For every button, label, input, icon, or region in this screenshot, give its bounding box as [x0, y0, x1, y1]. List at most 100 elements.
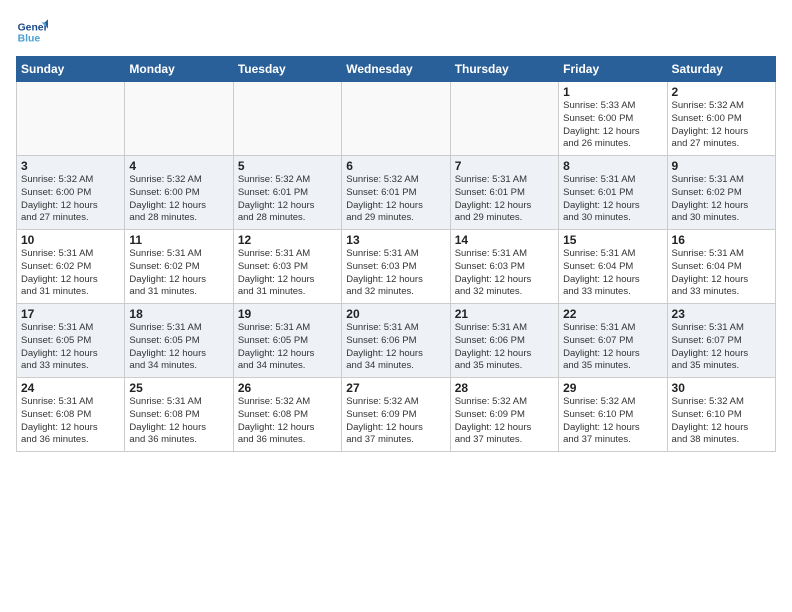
- day-of-week-header: Wednesday: [342, 57, 450, 82]
- day-number: 23: [672, 307, 771, 321]
- day-of-week-header: Monday: [125, 57, 233, 82]
- day-number: 12: [238, 233, 337, 247]
- calendar-cell: 27Sunrise: 5:32 AMSunset: 6:09 PMDayligh…: [342, 378, 450, 452]
- day-number: 14: [455, 233, 554, 247]
- calendar-week-row: 10Sunrise: 5:31 AMSunset: 6:02 PMDayligh…: [17, 230, 776, 304]
- day-info: Sunrise: 5:32 AMSunset: 6:10 PMDaylight:…: [563, 396, 662, 447]
- day-number: 4: [129, 159, 228, 173]
- day-info: Sunrise: 5:31 AMSunset: 6:01 PMDaylight:…: [563, 174, 662, 225]
- day-info: Sunrise: 5:31 AMSunset: 6:02 PMDaylight:…: [21, 248, 120, 299]
- calendar-cell: 2Sunrise: 5:32 AMSunset: 6:00 PMDaylight…: [667, 82, 775, 156]
- day-info: Sunrise: 5:31 AMSunset: 6:05 PMDaylight:…: [238, 322, 337, 373]
- calendar-cell: 7Sunrise: 5:31 AMSunset: 6:01 PMDaylight…: [450, 156, 558, 230]
- day-info: Sunrise: 5:32 AMSunset: 6:00 PMDaylight:…: [21, 174, 120, 225]
- day-info: Sunrise: 5:31 AMSunset: 6:02 PMDaylight:…: [672, 174, 771, 225]
- calendar-cell: 10Sunrise: 5:31 AMSunset: 6:02 PMDayligh…: [17, 230, 125, 304]
- day-number: 9: [672, 159, 771, 173]
- calendar-cell: 28Sunrise: 5:32 AMSunset: 6:09 PMDayligh…: [450, 378, 558, 452]
- day-info: Sunrise: 5:31 AMSunset: 6:03 PMDaylight:…: [346, 248, 445, 299]
- day-of-week-header: Friday: [559, 57, 667, 82]
- day-number: 21: [455, 307, 554, 321]
- day-number: 29: [563, 381, 662, 395]
- day-info: Sunrise: 5:32 AMSunset: 6:00 PMDaylight:…: [672, 100, 771, 151]
- day-info: Sunrise: 5:32 AMSunset: 6:09 PMDaylight:…: [455, 396, 554, 447]
- calendar-cell: 25Sunrise: 5:31 AMSunset: 6:08 PMDayligh…: [125, 378, 233, 452]
- calendar-cell: 12Sunrise: 5:31 AMSunset: 6:03 PMDayligh…: [233, 230, 341, 304]
- calendar-cell: 15Sunrise: 5:31 AMSunset: 6:04 PMDayligh…: [559, 230, 667, 304]
- calendar-cell: 21Sunrise: 5:31 AMSunset: 6:06 PMDayligh…: [450, 304, 558, 378]
- day-number: 7: [455, 159, 554, 173]
- calendar-cell: 3Sunrise: 5:32 AMSunset: 6:00 PMDaylight…: [17, 156, 125, 230]
- calendar-cell: 9Sunrise: 5:31 AMSunset: 6:02 PMDaylight…: [667, 156, 775, 230]
- day-info: Sunrise: 5:32 AMSunset: 6:09 PMDaylight:…: [346, 396, 445, 447]
- day-info: Sunrise: 5:31 AMSunset: 6:04 PMDaylight:…: [563, 248, 662, 299]
- day-info: Sunrise: 5:32 AMSunset: 6:10 PMDaylight:…: [672, 396, 771, 447]
- day-info: Sunrise: 5:31 AMSunset: 6:05 PMDaylight:…: [21, 322, 120, 373]
- day-info: Sunrise: 5:31 AMSunset: 6:02 PMDaylight:…: [129, 248, 228, 299]
- calendar-cell: 26Sunrise: 5:32 AMSunset: 6:08 PMDayligh…: [233, 378, 341, 452]
- calendar-cell: 18Sunrise: 5:31 AMSunset: 6:05 PMDayligh…: [125, 304, 233, 378]
- calendar-cell: 29Sunrise: 5:32 AMSunset: 6:10 PMDayligh…: [559, 378, 667, 452]
- calendar-cell: 14Sunrise: 5:31 AMSunset: 6:03 PMDayligh…: [450, 230, 558, 304]
- calendar-cell: [233, 82, 341, 156]
- day-info: Sunrise: 5:32 AMSunset: 6:01 PMDaylight:…: [346, 174, 445, 225]
- day-number: 13: [346, 233, 445, 247]
- day-info: Sunrise: 5:32 AMSunset: 6:01 PMDaylight:…: [238, 174, 337, 225]
- calendar-week-row: 3Sunrise: 5:32 AMSunset: 6:00 PMDaylight…: [17, 156, 776, 230]
- day-number: 5: [238, 159, 337, 173]
- day-number: 15: [563, 233, 662, 247]
- day-of-week-header: Saturday: [667, 57, 775, 82]
- day-of-week-header: Tuesday: [233, 57, 341, 82]
- calendar-cell: 22Sunrise: 5:31 AMSunset: 6:07 PMDayligh…: [559, 304, 667, 378]
- day-number: 6: [346, 159, 445, 173]
- day-info: Sunrise: 5:32 AMSunset: 6:08 PMDaylight:…: [238, 396, 337, 447]
- day-info: Sunrise: 5:31 AMSunset: 6:06 PMDaylight:…: [455, 322, 554, 373]
- calendar-cell: [17, 82, 125, 156]
- day-number: 20: [346, 307, 445, 321]
- calendar-cell: 11Sunrise: 5:31 AMSunset: 6:02 PMDayligh…: [125, 230, 233, 304]
- day-number: 22: [563, 307, 662, 321]
- calendar-table: SundayMondayTuesdayWednesdayThursdayFrid…: [16, 56, 776, 452]
- page-header: General Blue: [16, 16, 776, 48]
- day-info: Sunrise: 5:31 AMSunset: 6:03 PMDaylight:…: [455, 248, 554, 299]
- calendar-cell: 6Sunrise: 5:32 AMSunset: 6:01 PMDaylight…: [342, 156, 450, 230]
- svg-text:Blue: Blue: [18, 34, 41, 45]
- day-number: 11: [129, 233, 228, 247]
- day-info: Sunrise: 5:31 AMSunset: 6:07 PMDaylight:…: [672, 322, 771, 373]
- calendar-cell: 1Sunrise: 5:33 AMSunset: 6:00 PMDaylight…: [559, 82, 667, 156]
- day-info: Sunrise: 5:31 AMSunset: 6:03 PMDaylight:…: [238, 248, 337, 299]
- day-of-week-header: Thursday: [450, 57, 558, 82]
- calendar-cell: 20Sunrise: 5:31 AMSunset: 6:06 PMDayligh…: [342, 304, 450, 378]
- day-number: 26: [238, 381, 337, 395]
- day-info: Sunrise: 5:31 AMSunset: 6:06 PMDaylight:…: [346, 322, 445, 373]
- day-number: 27: [346, 381, 445, 395]
- day-info: Sunrise: 5:31 AMSunset: 6:08 PMDaylight:…: [129, 396, 228, 447]
- day-number: 16: [672, 233, 771, 247]
- calendar-cell: 5Sunrise: 5:32 AMSunset: 6:01 PMDaylight…: [233, 156, 341, 230]
- day-number: 3: [21, 159, 120, 173]
- day-info: Sunrise: 5:31 AMSunset: 6:07 PMDaylight:…: [563, 322, 662, 373]
- logo: General Blue: [16, 16, 48, 48]
- calendar-cell: 8Sunrise: 5:31 AMSunset: 6:01 PMDaylight…: [559, 156, 667, 230]
- day-number: 19: [238, 307, 337, 321]
- day-number: 18: [129, 307, 228, 321]
- day-number: 25: [129, 381, 228, 395]
- day-of-week-header: Sunday: [17, 57, 125, 82]
- calendar-cell: 30Sunrise: 5:32 AMSunset: 6:10 PMDayligh…: [667, 378, 775, 452]
- day-number: 17: [21, 307, 120, 321]
- calendar-cell: 24Sunrise: 5:31 AMSunset: 6:08 PMDayligh…: [17, 378, 125, 452]
- day-number: 10: [21, 233, 120, 247]
- day-info: Sunrise: 5:31 AMSunset: 6:05 PMDaylight:…: [129, 322, 228, 373]
- day-number: 2: [672, 85, 771, 99]
- calendar-cell: 17Sunrise: 5:31 AMSunset: 6:05 PMDayligh…: [17, 304, 125, 378]
- calendar-cell: 19Sunrise: 5:31 AMSunset: 6:05 PMDayligh…: [233, 304, 341, 378]
- calendar-cell: 4Sunrise: 5:32 AMSunset: 6:00 PMDaylight…: [125, 156, 233, 230]
- day-info: Sunrise: 5:31 AMSunset: 6:08 PMDaylight:…: [21, 396, 120, 447]
- day-number: 8: [563, 159, 662, 173]
- calendar-cell: [450, 82, 558, 156]
- day-number: 1: [563, 85, 662, 99]
- calendar-cell: 16Sunrise: 5:31 AMSunset: 6:04 PMDayligh…: [667, 230, 775, 304]
- day-info: Sunrise: 5:32 AMSunset: 6:00 PMDaylight:…: [129, 174, 228, 225]
- day-info: Sunrise: 5:31 AMSunset: 6:01 PMDaylight:…: [455, 174, 554, 225]
- calendar-week-row: 1Sunrise: 5:33 AMSunset: 6:00 PMDaylight…: [17, 82, 776, 156]
